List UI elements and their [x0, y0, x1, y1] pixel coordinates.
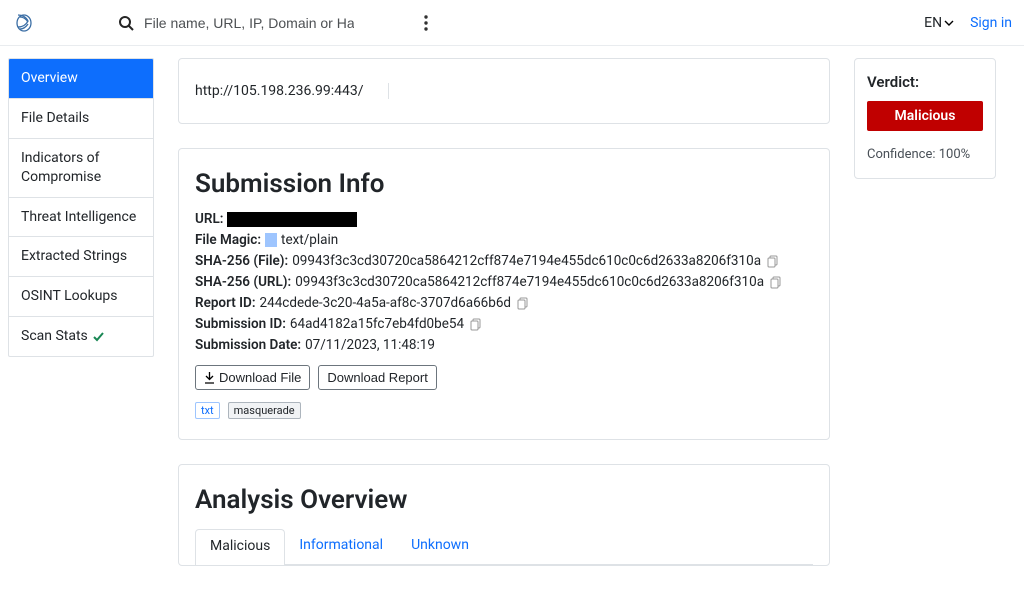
confidence-value: 100% — [939, 147, 970, 162]
url-label: URL: — [195, 209, 223, 230]
topbar: EN Sign in — [0, 0, 1024, 46]
tag-masquerade[interactable]: masquerade — [228, 402, 301, 419]
analysis-tabs: Malicious Informational Unknown — [195, 529, 813, 565]
tag-txt[interactable]: txt — [195, 402, 220, 419]
submission-heading: Submission Info — [195, 169, 813, 199]
copy-icon[interactable] — [767, 255, 779, 268]
submission-info-card: Submission Info URL: File Magic: text/pla… — [178, 148, 830, 440]
sidebar: Overview File Details Indicators of Comp… — [8, 58, 154, 357]
analysis-overview-card: Analysis Overview Malicious Informationa… — [178, 464, 830, 566]
verdict-card: Verdict: Malicious Confidence: 100% — [854, 58, 996, 179]
tab-unknown[interactable]: Unknown — [397, 529, 483, 564]
url-card: http://105.198.236.99:443/ — [178, 58, 830, 124]
language-label: EN — [924, 15, 942, 31]
verdict-badge: Malicious — [867, 101, 983, 131]
kebab-menu-icon[interactable] — [424, 15, 428, 31]
sidebar-item-file-details[interactable]: File Details — [9, 99, 153, 139]
verdict-column: Verdict: Malicious Confidence: 100% — [854, 58, 1012, 179]
copy-icon[interactable] — [517, 297, 529, 310]
sidebar-item-extracted-strings[interactable]: Extracted Strings — [9, 237, 153, 277]
redacted-url — [227, 212, 357, 227]
submission-id-value: 64ad4182a15fc7eb4fd0be54 — [290, 314, 464, 335]
copy-icon[interactable] — [770, 276, 782, 289]
copy-icon[interactable] — [470, 318, 482, 331]
report-id-label: Report ID: — [195, 293, 256, 314]
sidebar-item-threat-intel[interactable]: Threat Intelligence — [9, 198, 153, 238]
sidebar-item-ioc[interactable]: Indicators of Compromise — [9, 139, 153, 198]
search-input[interactable] — [144, 15, 354, 31]
tab-malicious[interactable]: Malicious — [195, 529, 285, 565]
scanned-url: http://105.198.236.99:443/ — [195, 83, 389, 99]
download-file-button[interactable]: Download File — [195, 365, 310, 390]
sidebar-item-overview[interactable]: Overview — [9, 59, 153, 99]
main-content: http://105.198.236.99:443/ Submission In… — [154, 58, 854, 590]
file-type-icon — [265, 233, 277, 247]
check-icon — [92, 330, 105, 343]
date-label: Submission Date: — [195, 335, 301, 356]
download-report-button[interactable]: Download Report — [318, 365, 436, 390]
analysis-heading: Analysis Overview — [195, 485, 813, 515]
signin-link[interactable]: Sign in — [970, 15, 1012, 31]
sha-file-value: 09943f3c3cd30720ca5864212cff874e7194e455… — [292, 251, 761, 272]
filemagic-label: File Magic: — [195, 230, 261, 251]
report-id-value: 244cdede-3c20-4a5a-af8c-3707d6a66b6d — [260, 293, 512, 314]
date-value: 07/11/2023, 11:48:19 — [305, 335, 435, 356]
filemagic-value: text/plain — [281, 230, 338, 251]
sha-file-label: SHA-256 (File): — [195, 251, 288, 272]
language-selector[interactable]: EN — [924, 15, 954, 31]
app-logo[interactable] — [12, 9, 40, 37]
sidebar-item-scan-stats[interactable]: Scan Stats — [9, 317, 153, 356]
sha-url-label: SHA-256 (URL): — [195, 272, 291, 293]
tab-informational[interactable]: Informational — [285, 529, 397, 564]
sidebar-item-osint[interactable]: OSINT Lookups — [9, 277, 153, 317]
sha-url-value: 09943f3c3cd30720ca5864212cff874e7194e455… — [295, 272, 764, 293]
verdict-title: Verdict: — [867, 73, 983, 91]
submission-id-label: Submission ID: — [195, 314, 286, 335]
confidence-label: Confidence: — [867, 147, 936, 162]
search-icon — [118, 15, 134, 31]
